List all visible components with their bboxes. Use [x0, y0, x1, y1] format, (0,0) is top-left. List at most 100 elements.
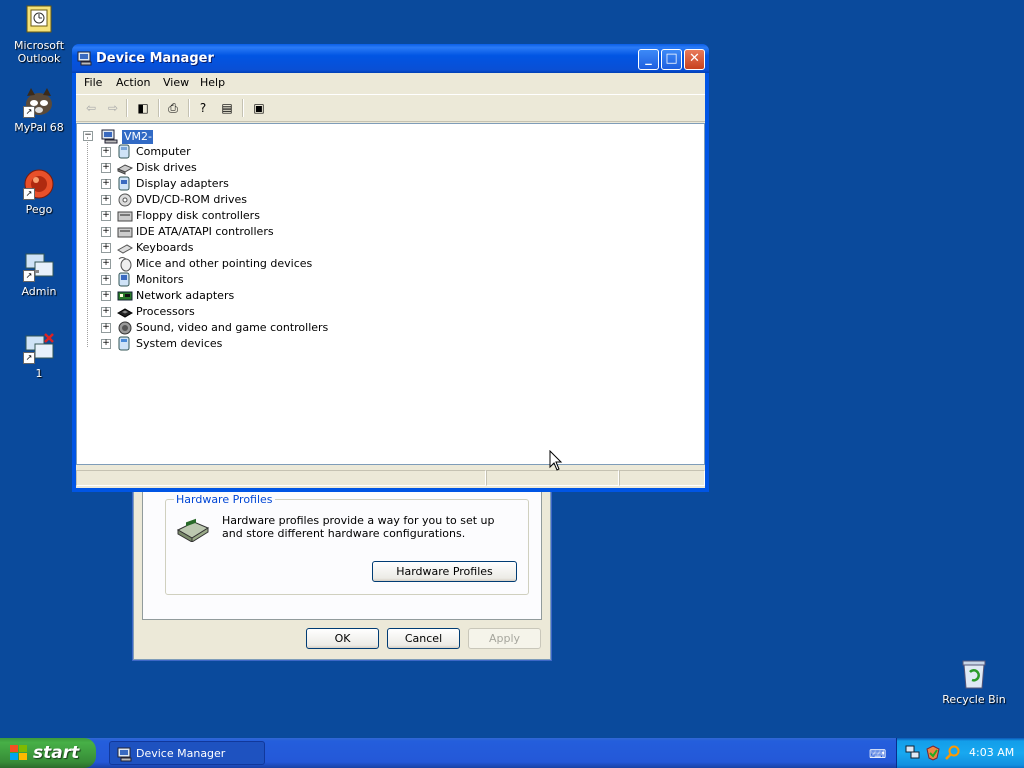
keyboard-icon	[117, 240, 133, 256]
recycle-bin-icon	[958, 658, 990, 690]
desktop-icon-1[interactable]: ↗ 1	[2, 332, 76, 380]
cancel-button[interactable]: Cancel	[387, 628, 460, 649]
keyboard-tray-icon[interactable]: ⌨	[869, 747, 886, 761]
system-properties-dialog: Hardware Profiles Hardware profiles prov…	[133, 488, 551, 660]
shortcut-arrow-icon: ↗	[23, 188, 35, 200]
tree-node-label: Computer	[136, 145, 191, 158]
maximize-button[interactable]: □	[661, 49, 682, 70]
hardware-profiles-group: Hardware Profiles Hardware profiles prov…	[165, 493, 529, 595]
show-hide-tree-icon[interactable]: ◧	[134, 99, 152, 117]
tree-node[interactable]: + System devices	[99, 336, 499, 352]
expand-icon[interactable]: +	[101, 227, 111, 237]
expand-icon[interactable]: +	[101, 259, 111, 269]
close-icon: ✕	[689, 51, 700, 66]
scan-hardware-icon[interactable]: ▣	[250, 99, 268, 117]
tree-node[interactable]: + Sound, video and game controllers	[99, 320, 499, 336]
collapse-icon[interactable]: −	[83, 131, 93, 141]
device-manager-icon	[117, 746, 133, 765]
taskbar: start Device Manager ⌨ 4:03 AM	[0, 738, 1024, 768]
menu-view[interactable]: View	[163, 76, 189, 89]
display-adapter-icon	[117, 176, 133, 192]
tree-node-label: Disk drives	[136, 161, 197, 174]
expand-icon[interactable]: +	[101, 179, 111, 189]
desktop-icon-pego[interactable]: ↗ Pego	[2, 168, 76, 216]
apply-button[interactable]: Apply	[468, 628, 541, 649]
menu-file[interactable]: File	[84, 76, 102, 89]
tree-node[interactable]: + DVD/CD-ROM drives	[99, 192, 499, 208]
tree-node-label: Monitors	[136, 273, 184, 286]
shortcut-arrow-icon: ↗	[23, 352, 35, 364]
hardware-profiles-button[interactable]: Hardware Profiles	[372, 561, 517, 582]
computer-icon	[117, 144, 133, 160]
tree-node[interactable]: + Keyboards	[99, 240, 499, 256]
monitor-icon	[117, 272, 133, 288]
desktop-icon-recycle-bin[interactable]: Recycle Bin	[937, 658, 1011, 706]
expand-icon[interactable]: +	[101, 147, 111, 157]
desktop-icon-admin[interactable]: ↗ Admin	[2, 250, 76, 298]
desktop-icon-outlook[interactable]: Microsoft Outlook	[2, 4, 76, 65]
expand-icon[interactable]: +	[101, 307, 111, 317]
window-title: Device Manager	[96, 51, 214, 66]
start-label: start	[33, 743, 80, 763]
menu-action[interactable]: Action	[116, 76, 150, 89]
ok-button[interactable]: OK	[306, 628, 379, 649]
expand-icon[interactable]: +	[101, 275, 111, 285]
toolbar: ⇦ ⇨ ◧ ⎙ ? ▤ ▣	[76, 94, 705, 122]
tree-node[interactable]: + Display adapters	[99, 176, 499, 192]
hardware-profile-icon	[176, 516, 210, 543]
pego-icon: ↗	[23, 168, 55, 200]
properties-icon[interactable]: ▤	[218, 99, 236, 117]
tree-node-label: Mice and other pointing devices	[136, 257, 313, 270]
expand-icon[interactable]: +	[101, 323, 111, 333]
expand-icon[interactable]: +	[101, 211, 111, 221]
expand-icon[interactable]: +	[101, 291, 111, 301]
tree-node[interactable]: + Processors	[99, 304, 499, 320]
device-tree[interactable]: − VM2-XP + Computer + Disk drives + Display a…	[76, 123, 705, 465]
help-icon[interactable]: ?	[194, 99, 212, 117]
menu-bar: File Action View Help	[76, 73, 705, 93]
menu-help[interactable]: Help	[200, 76, 225, 89]
forward-arrow-icon[interactable]: ⇨	[104, 99, 122, 117]
taskbar-item-device-manager[interactable]: Device Manager	[109, 741, 265, 765]
desktop-icon-label: Recycle Bin	[942, 693, 1006, 706]
minimize-button[interactable]: _	[638, 49, 659, 70]
processor-icon	[116, 304, 134, 320]
print-icon[interactable]: ⎙	[164, 99, 182, 117]
expand-icon[interactable]: +	[101, 339, 111, 349]
window-client: File Action View Help ⇦ ⇨ ◧ ⎙ ? ▤ ▣ − VM	[76, 73, 705, 488]
close-button[interactable]: ✕	[684, 49, 705, 70]
expand-icon[interactable]: +	[101, 195, 111, 205]
tree-node[interactable]: + Monitors	[99, 272, 499, 288]
desktop-icon-mypal[interactable]: ↗ MyPal 68	[2, 86, 76, 134]
windows-logo-icon	[10, 745, 28, 766]
tree-node[interactable]: + IDE ATA/ATAPI controllers	[99, 224, 499, 240]
start-button[interactable]: start	[0, 738, 96, 768]
desktop-icon-label: 1	[35, 367, 43, 380]
system-devices-icon	[117, 336, 133, 352]
outlook-icon	[23, 4, 55, 36]
expand-icon[interactable]: +	[101, 163, 111, 173]
minimize-icon: _	[645, 51, 652, 66]
root-label: VM2-XP	[122, 130, 154, 157]
tree-node[interactable]: + Computer	[99, 144, 499, 160]
network-x-icon: ↗	[23, 332, 55, 364]
expand-icon[interactable]: +	[101, 243, 111, 253]
search-tray-icon[interactable]	[945, 745, 961, 764]
tree-line	[87, 137, 88, 347]
shortcut-arrow-icon: ↗	[23, 270, 35, 282]
taskbar-item-label: Device Manager	[136, 747, 226, 760]
hardware-profiles-description: Hardware profiles provide a way for you …	[222, 514, 495, 540]
desktop-icon-label: Microsoft Outlook	[13, 39, 65, 65]
title-bar[interactable]: Device Manager _ □ ✕	[72, 44, 709, 73]
back-arrow-icon[interactable]: ⇦	[82, 99, 100, 117]
floppy-controller-icon	[117, 208, 133, 224]
tab-panel: Hardware Profiles Hardware profiles prov…	[142, 489, 542, 620]
tree-node[interactable]: + Disk drives	[99, 160, 499, 176]
security-tray-icon[interactable]	[925, 745, 941, 764]
mouse-icon	[117, 256, 133, 272]
network-tray-icon[interactable]	[905, 745, 921, 764]
tree-node[interactable]: + Network adapters	[99, 288, 499, 304]
tree-node[interactable]: + Floppy disk controllers	[99, 208, 499, 224]
tree-node[interactable]: + Mice and other pointing devices	[99, 256, 499, 272]
clock[interactable]: 4:03 AM	[969, 746, 1014, 759]
